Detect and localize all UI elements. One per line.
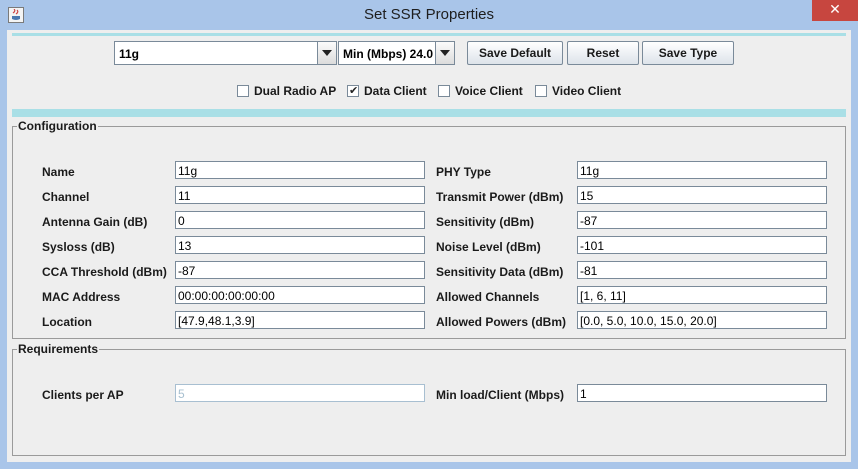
cca-threshold-label: CCA Threshold (dBm) (42, 265, 167, 279)
dialog-content: 11g Min (Mbps) 24.0 Save Default Reset S… (7, 30, 851, 462)
close-icon: ✕ (829, 2, 841, 18)
window-frame-right (851, 30, 858, 469)
toolbar-stripe (12, 109, 846, 117)
noise-level-field[interactable]: -101 (577, 236, 827, 254)
window-title-bar[interactable]: Set SSR Properties ✕ (0, 0, 858, 30)
min-load-field[interactable]: 1 (577, 384, 827, 402)
checkbox-box[interactable] (438, 85, 450, 97)
checkmark-icon[interactable] (347, 84, 359, 97)
cca-threshold-field[interactable]: -87 (175, 261, 425, 279)
noise-level-label: Noise Level (dBm) (436, 240, 541, 254)
location-label: Location (42, 315, 92, 329)
min-rate-select-value: Min (Mbps) 24.0 (343, 47, 434, 61)
window-frame-left (0, 30, 7, 469)
checkbox-label: Data Client (364, 84, 427, 98)
ssr-type-select[interactable]: 11g (114, 41, 337, 65)
sensitivity-data-label: Sensitivity Data (dBm) (436, 265, 564, 279)
location-field[interactable]: [47.9,48.1,3.9] (175, 311, 425, 329)
mac-address-field[interactable]: 00:00:00:00:00:00 (175, 286, 425, 304)
sensitivity-label: Sensitivity (dBm) (436, 215, 535, 229)
chevron-down-icon[interactable] (435, 42, 454, 64)
checkbox-label: Dual Radio AP (254, 84, 337, 98)
close-button[interactable]: ✕ (812, 0, 858, 21)
name-label: Name (42, 165, 75, 179)
transmit-power-label: Transmit Power (dBm) (436, 190, 564, 204)
reset-button[interactable]: Reset (567, 41, 639, 65)
ssr-type-select-value: 11g (119, 47, 140, 61)
sensitivity-data-field[interactable]: -81 (577, 261, 827, 279)
channel-field[interactable]: 11 (175, 186, 425, 204)
min-load-label: Min load/Client (Mbps) (436, 388, 564, 402)
allowed-channels-label: Allowed Channels (436, 290, 540, 304)
antenna-gain-field[interactable]: 0 (175, 211, 425, 229)
sysloss-field[interactable]: 13 (175, 236, 425, 254)
min-rate-select[interactable]: Min (Mbps) 24.0 (338, 41, 455, 65)
window-frame-bottom (0, 462, 858, 469)
chevron-down-icon[interactable] (317, 42, 336, 64)
phy-type-field[interactable]: 11g (577, 161, 827, 179)
mac-address-label: MAC Address (42, 290, 121, 304)
clients-per-ap-field: 5 (175, 384, 425, 402)
configuration-legend: Configuration (18, 119, 97, 133)
sensitivity-field[interactable]: -87 (577, 211, 827, 229)
transmit-power-field[interactable]: 15 (577, 186, 827, 204)
allowed-powers-label: Allowed Powers (dBm) (436, 315, 567, 329)
toolbar-panel: 11g Min (Mbps) 24.0 Save Default Reset S… (12, 36, 846, 108)
phy-type-label: PHY Type (436, 165, 491, 179)
checkbox-box[interactable] (237, 85, 249, 97)
checkbox-label: Video Client (552, 84, 622, 98)
allowed-channels-field[interactable]: [1, 6, 11] (577, 286, 827, 304)
requirements-legend: Requirements (18, 342, 99, 356)
save-default-button[interactable]: Save Default (467, 41, 563, 65)
channel-label: Channel (42, 190, 90, 204)
antenna-gain-label: Antenna Gain (dB) (42, 215, 148, 229)
save-type-button[interactable]: Save Type (642, 41, 734, 65)
name-field[interactable]: 11g (175, 161, 425, 179)
window-title: Set SSR Properties (363, 6, 495, 23)
allowed-powers-field[interactable]: [0.0, 5.0, 10.0, 15.0, 20.0] (577, 311, 827, 329)
clients-per-ap-label: Clients per AP (42, 388, 124, 402)
checkbox-label: Voice Client (455, 84, 523, 98)
configuration-group: Configuration (12, 119, 846, 339)
sysloss-label: Sysloss (dB) (42, 240, 115, 254)
checkbox-box[interactable] (535, 85, 547, 97)
